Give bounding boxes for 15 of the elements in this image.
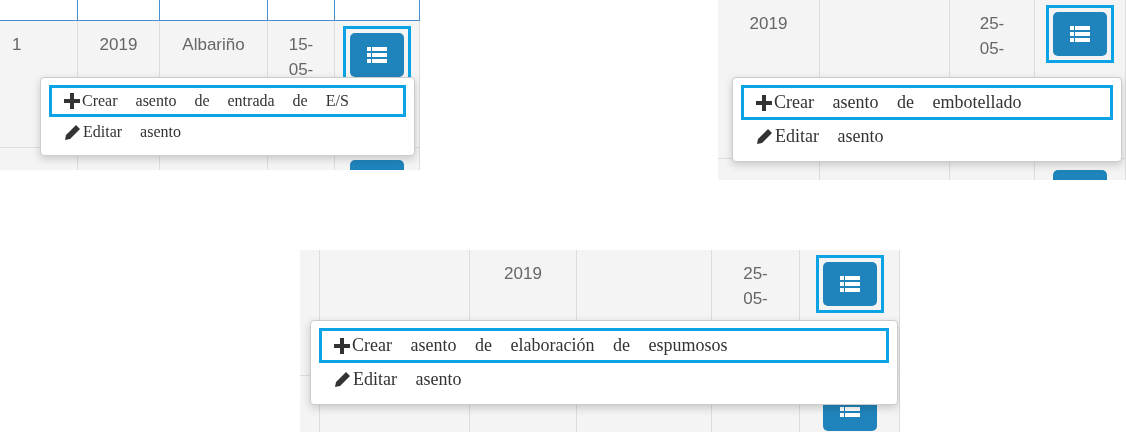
- menu-item[interactable]: Crear asento de entrada de E/S: [49, 85, 406, 117]
- list-icon: [367, 47, 387, 63]
- list-button[interactable]: [822, 262, 877, 306]
- list-icon: [1070, 26, 1090, 42]
- list-button[interactable]: [1053, 12, 1107, 56]
- plus-icon: [64, 93, 80, 109]
- list-icon: [839, 276, 860, 292]
- pencil-icon: [64, 123, 81, 141]
- menu-item[interactable]: Crear asento de embotellado: [741, 85, 1113, 120]
- menu-item[interactable]: Crear asento de elaboración de espumosos: [319, 328, 889, 363]
- pencil-icon: [334, 371, 351, 388]
- list-button[interactable]: [350, 33, 404, 77]
- plus-icon: [334, 337, 350, 354]
- plus-icon: [756, 94, 772, 111]
- pencil-icon: [756, 128, 773, 145]
